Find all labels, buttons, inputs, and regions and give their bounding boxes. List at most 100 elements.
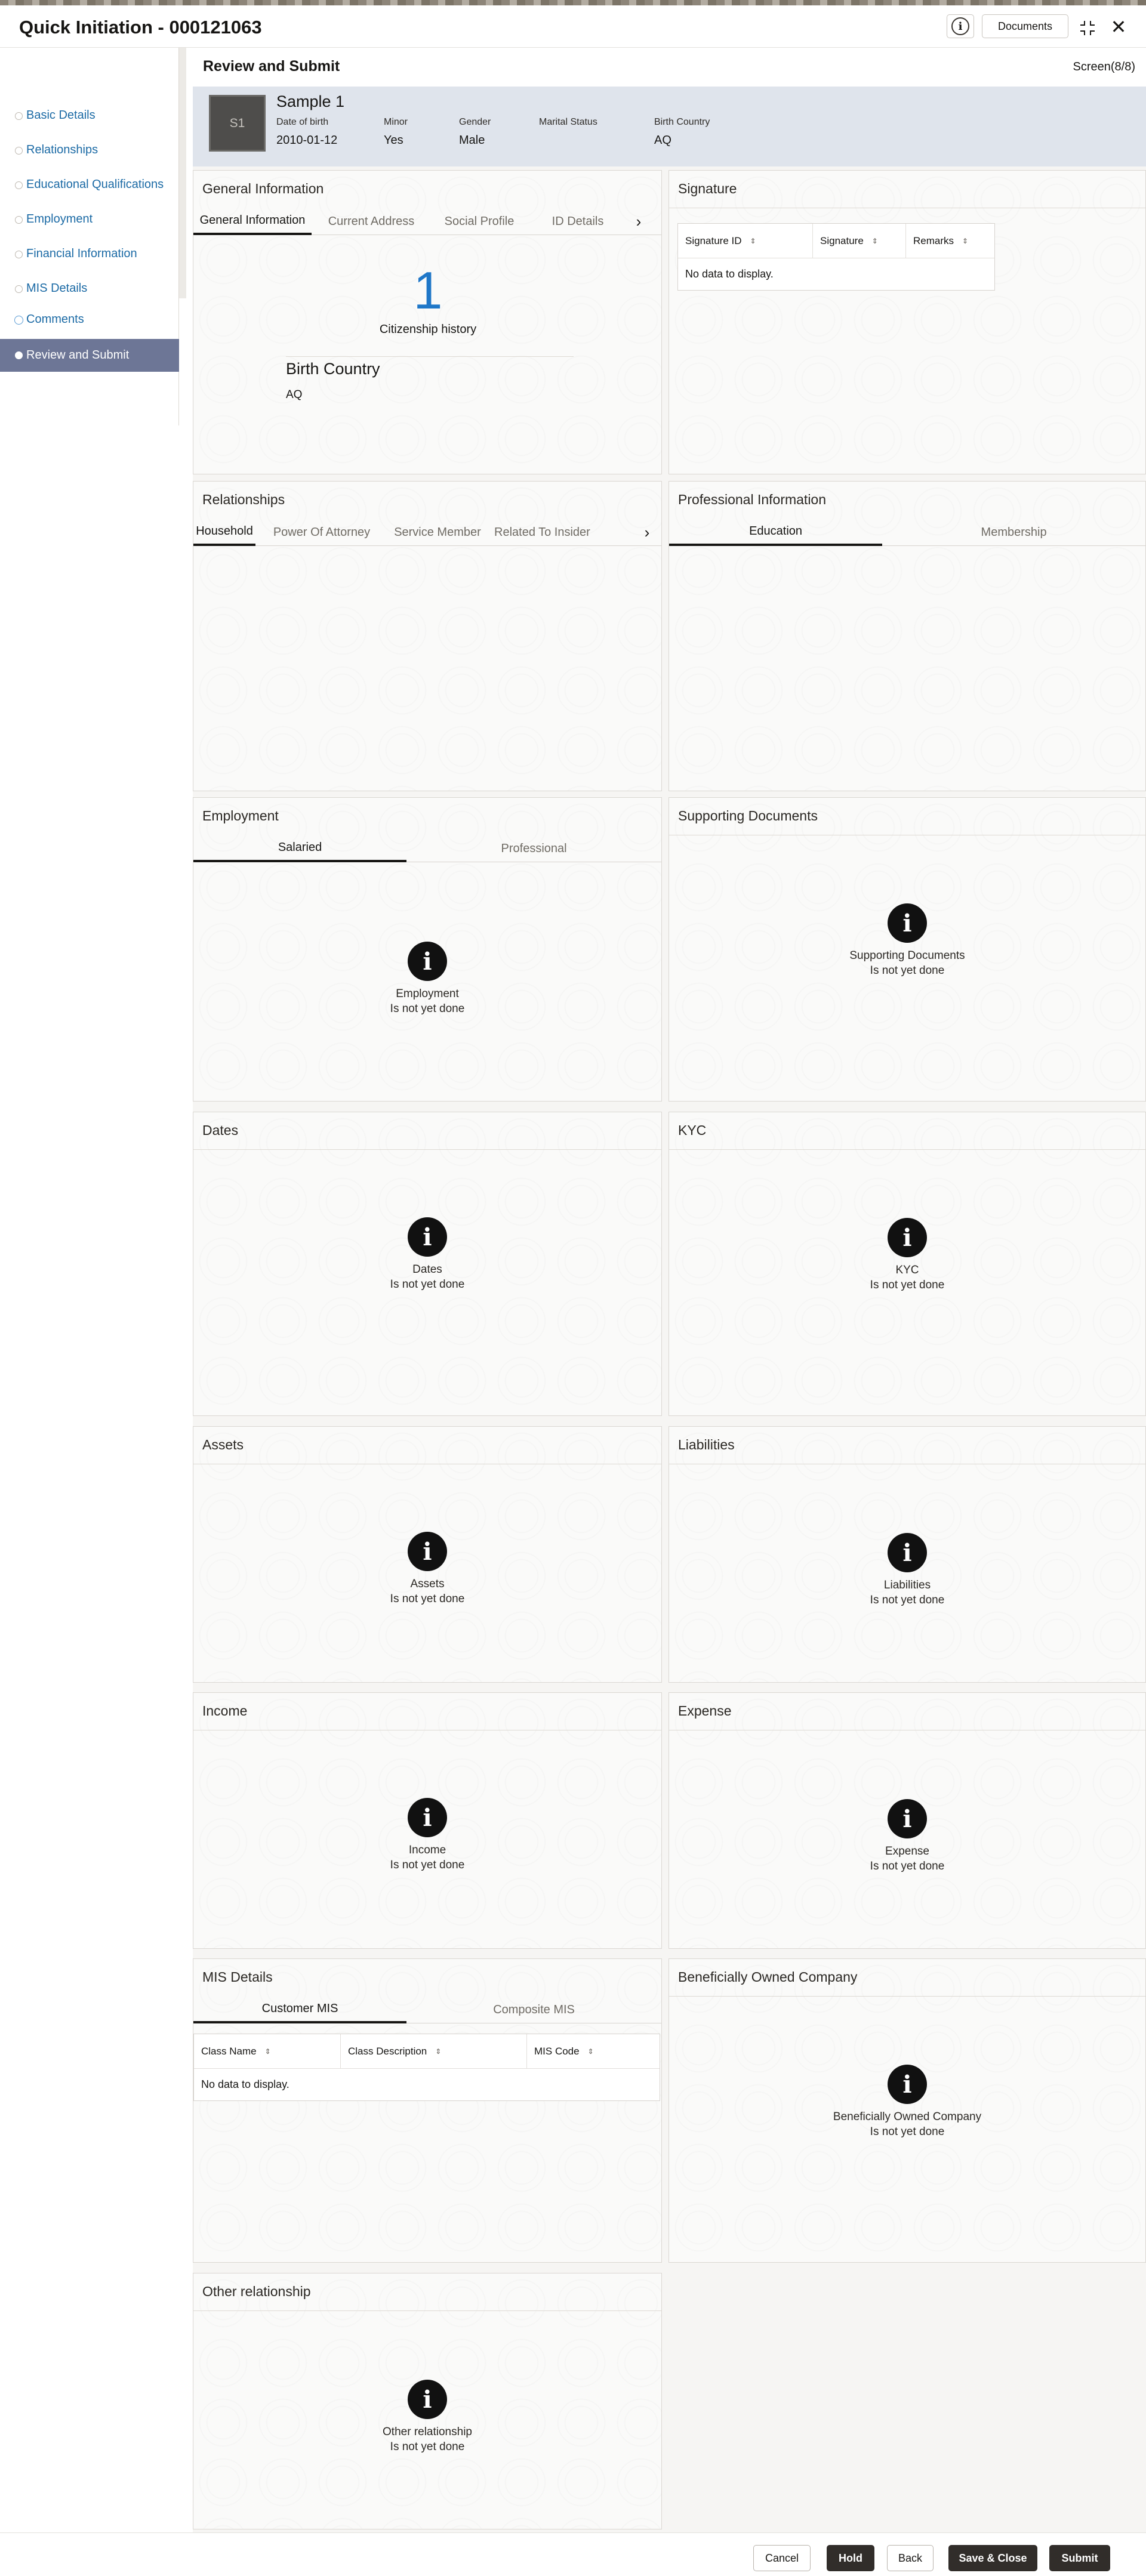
- screen-indicator: Screen(8/8): [1073, 60, 1136, 73]
- info-icon: i: [888, 903, 927, 943]
- info-icon: i: [408, 942, 447, 981]
- col-mis-code[interactable]: MIS Code ⇕: [527, 2034, 660, 2068]
- card-title: KYC: [678, 1122, 707, 1138]
- sidebar-scrollbar[interactable]: [179, 48, 186, 298]
- general-information-card: General Information General Information …: [193, 170, 662, 474]
- tab-customer-mis[interactable]: Customer MIS: [193, 1996, 407, 2023]
- empty-state: i KYC Is not yet done: [669, 1218, 1145, 1292]
- col-class-name[interactable]: Class Name ⇕: [194, 2034, 341, 2068]
- info-icon: i: [951, 17, 969, 35]
- empty-status: Is not yet done: [390, 1002, 465, 1015]
- sidebar-item-comments[interactable]: Comments: [0, 304, 179, 335]
- empty-state: i Income Is not yet done: [193, 1798, 661, 1872]
- general-tabs: General Information Current Address Soci…: [193, 208, 661, 235]
- professional-information-card: Professional Information Education Membe…: [668, 481, 1146, 791]
- avatar: S1: [209, 95, 266, 152]
- empty-title: Expense: [885, 1845, 929, 1858]
- beneficially-owned-company-card: Beneficially Owned Company i Beneficially…: [668, 1958, 1146, 2263]
- card-title: Supporting Documents: [678, 808, 818, 823]
- empty-status: Is not yet done: [870, 964, 945, 977]
- info-icon: i: [888, 2065, 927, 2104]
- employment-card: Employment Salaried Professional i Employ…: [193, 797, 662, 1102]
- sidebar-item-financial-information[interactable]: Financial Information: [0, 238, 179, 269]
- col-remarks[interactable]: Remarks ⇕: [906, 224, 994, 258]
- marital-label: Marital Status: [539, 117, 597, 127]
- info-icon: i: [888, 1533, 927, 1572]
- assets-card: Assets i Assets Is not yet done: [193, 1426, 662, 1683]
- empty-status: Is not yet done: [870, 1860, 945, 1872]
- mis-details-card: MIS Details Customer MIS Composite MIS C…: [193, 1958, 662, 2263]
- sort-icon[interactable]: ⇕: [435, 2047, 441, 2056]
- sidebar-item-employment[interactable]: Employment: [0, 203, 179, 235]
- sort-icon[interactable]: ⇕: [872, 237, 878, 245]
- cancel-button[interactable]: Cancel: [753, 2545, 811, 2571]
- gender-label: Gender: [459, 117, 491, 127]
- tab-id-details[interactable]: ID Details: [528, 208, 628, 235]
- card-title: Employment: [202, 808, 279, 823]
- tab-general-information[interactable]: General Information: [193, 208, 312, 235]
- tab-related-to-insider[interactable]: Related To Insider: [487, 519, 636, 546]
- close-icon[interactable]: ✕: [1108, 16, 1129, 38]
- col-label: Signature: [820, 235, 864, 246]
- sort-icon[interactable]: ⇕: [962, 237, 968, 245]
- mis-tabs: Customer MIS Composite MIS: [193, 1996, 661, 2023]
- liabilities-card: Liabilities i Liabilities Is not yet done: [668, 1426, 1146, 1683]
- sidebar-item-review-and-submit[interactable]: Review and Submit: [0, 339, 179, 372]
- table-header: Signature ID ⇕ Signature ⇕ Remarks ⇕: [678, 224, 994, 258]
- chevron-right-icon[interactable]: ›: [628, 208, 649, 235]
- dob-label: Date of birth: [276, 117, 329, 127]
- sidebar-item-label: Basic Details: [26, 108, 96, 122]
- no-data-message: No data to display.: [685, 268, 774, 280]
- info-button[interactable]: i: [947, 14, 974, 38]
- empty-status: Is not yet done: [870, 1279, 945, 1291]
- citizenship-count: 1: [413, 261, 443, 320]
- save-close-button[interactable]: Save & Close: [948, 2545, 1037, 2571]
- income-card: Income i Income Is not yet done: [193, 1692, 662, 1949]
- sidebar-item-label: Employment: [26, 212, 93, 226]
- empty-title: Liabilities: [883, 1579, 931, 1591]
- submit-button[interactable]: Submit: [1049, 2545, 1110, 2571]
- empty-title: KYC: [895, 1264, 919, 1276]
- tab-service-member[interactable]: Service Member: [388, 519, 487, 546]
- tab-power-of-attorney[interactable]: Power Of Attorney: [255, 519, 388, 546]
- window-title: Quick Initiation - 000121063: [19, 17, 262, 38]
- card-title: Other relationship: [202, 2284, 311, 2299]
- info-icon: i: [408, 1532, 447, 1571]
- sidebar-item-basic-details[interactable]: Basic Details: [0, 100, 179, 131]
- col-signature[interactable]: Signature ⇕: [813, 224, 906, 258]
- sidebar-item-mis-details[interactable]: MIS Details: [0, 273, 179, 304]
- divider: [669, 1996, 1145, 1997]
- tab-education[interactable]: Education: [669, 519, 883, 546]
- minor-label: Minor: [384, 117, 408, 127]
- sort-icon[interactable]: ⇕: [588, 2047, 594, 2056]
- empty-title: Assets: [410, 1578, 445, 1590]
- tab-composite-mis[interactable]: Composite MIS: [406, 1996, 661, 2023]
- sidebar-item-label: MIS Details: [26, 281, 88, 295]
- tab-professional[interactable]: Professional: [406, 835, 661, 862]
- chevron-right-icon[interactable]: ›: [636, 519, 658, 546]
- tab-current-address[interactable]: Current Address: [312, 208, 431, 235]
- customer-name: Sample 1: [276, 92, 345, 110]
- back-button[interactable]: Back: [887, 2545, 934, 2571]
- empty-state: i Dates Is not yet done: [193, 1217, 661, 1291]
- sort-icon[interactable]: ⇕: [265, 2047, 271, 2056]
- gender-value: Male: [459, 134, 485, 147]
- supporting-documents-card: Supporting Documents i Supporting Documen…: [668, 797, 1146, 1102]
- sort-icon[interactable]: ⇕: [750, 237, 756, 245]
- tab-household[interactable]: Household: [193, 519, 255, 546]
- documents-button[interactable]: Documents: [982, 14, 1068, 38]
- tab-salaried[interactable]: Salaried: [193, 835, 407, 862]
- tab-membership[interactable]: Membership: [882, 519, 1145, 546]
- col-signature-id[interactable]: Signature ID ⇕: [678, 224, 813, 258]
- col-class-description[interactable]: Class Description ⇕: [341, 2034, 527, 2068]
- birth-country-value: AQ: [654, 134, 671, 147]
- sidebar-item-educational-qualifications[interactable]: Educational Qualifications: [0, 169, 179, 200]
- hold-button[interactable]: Hold: [827, 2545, 874, 2571]
- step-dot-icon: [15, 147, 23, 155]
- collapse-icon[interactable]: [1077, 17, 1098, 39]
- empty-title: Supporting Documents: [849, 949, 965, 962]
- sidebar-item-label: Financial Information: [26, 246, 137, 260]
- tab-social-profile[interactable]: Social Profile: [431, 208, 528, 235]
- sidebar-item-relationships[interactable]: Relationships: [0, 134, 179, 165]
- sidebar-item-label: Review and Submit: [26, 348, 130, 362]
